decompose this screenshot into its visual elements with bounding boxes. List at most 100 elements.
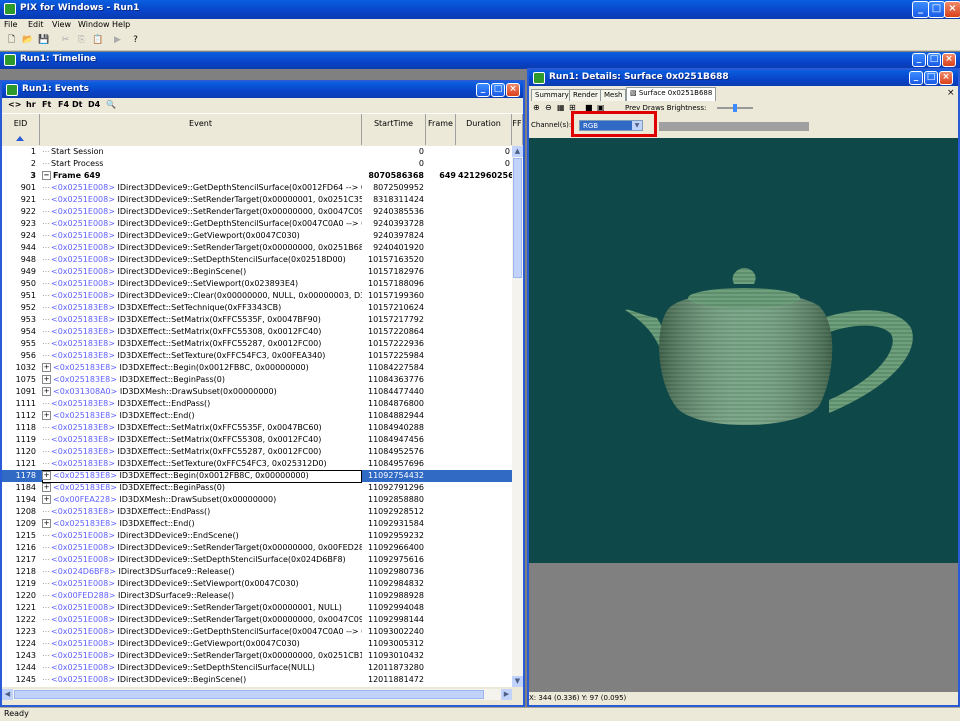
- run-icon[interactable]: ▶: [112, 35, 123, 46]
- menu-help[interactable]: Help: [112, 20, 130, 29]
- table-row[interactable]: 956 ⋯<0x025183E8> ID3DXEffect::SetTexture…: [2, 350, 512, 362]
- table-row[interactable]: 1245 ⋯ <0x0251E008> IDirect3DDevice9::Begi…: [2, 674, 512, 686]
- scroll-left-icon[interactable]: ◀: [2, 689, 13, 700]
- maximize-button[interactable]: □: [928, 1, 945, 18]
- table-row[interactable]: 1220 ⋯<0x00FED288> IDirect3DSurface9::Rel…: [2, 590, 512, 602]
- table-row[interactable]: 955 ⋯<0x025183E8> ID3DXEffect::SetMatrix(…: [2, 338, 512, 350]
- app-title-bar[interactable]: PIX for Windows - Run1 _ □ ×: [0, 0, 960, 19]
- menu-view[interactable]: View: [52, 20, 71, 29]
- menu-edit[interactable]: Edit: [28, 20, 44, 29]
- scroll-right-icon[interactable]: ▶: [501, 689, 512, 700]
- tab-surface[interactable]: ▧ Surface 0x0251B688: [626, 87, 717, 101]
- table-row[interactable]: 1075 + <0x025183E8> ID3DXEffect::BeginPass…: [2, 374, 512, 386]
- col-ff[interactable]: FF: [512, 114, 523, 145]
- table-row[interactable]: 1222 ⋯<0x0251E008> IDirect3DDevice9::SetR…: [2, 614, 512, 626]
- events-tool-f4[interactable]: F4: [58, 100, 69, 109]
- hscroll-thumb[interactable]: [14, 690, 484, 699]
- table-row[interactable]: 1219 ⋯<0x0251E008> IDirect3DDevice9::SetV…: [2, 578, 512, 590]
- table-row[interactable]: 1218 ⋯<0x024D6BF8> IDirect3DSurface9::Rel…: [2, 566, 512, 578]
- table-row[interactable]: 1224 ⋯<0x0251E008> IDirect3DDevice9::GetV…: [2, 638, 512, 650]
- tab-render[interactable]: Render: [569, 89, 602, 101]
- brightness-slider-thumb[interactable]: [733, 104, 737, 112]
- table-row[interactable]: 1032 + <0x025183E8> ID3DXEffect::Begin(0x0…: [2, 362, 512, 374]
- cut-icon[interactable]: ✂: [60, 35, 71, 46]
- table-row[interactable]: 1215 ⋯<0x0251E008> IDirect3DDevice9::EndS…: [2, 530, 512, 542]
- events-tool-hr[interactable]: hr: [26, 100, 36, 109]
- expand-toggle-icon[interactable]: +: [42, 483, 51, 492]
- table-row[interactable]: 1216 ⋯<0x0251E008> IDirect3DDevice9::SetR…: [2, 542, 512, 554]
- table-row[interactable]: 1111 ⋯<0x025183E8> ID3DXEffect::EndPass()…: [2, 398, 512, 410]
- table-row[interactable]: 1194 + <0x00FEA228> ID3DXMesh::DrawSubset(…: [2, 494, 512, 506]
- table-row[interactable]: 1244 ⋯<0x0251E008> IDirect3DDevice9::SetD…: [2, 662, 512, 674]
- table-row[interactable]: 1221 ⋯<0x0251E008> IDirect3DDevice9::SetR…: [2, 602, 512, 614]
- events-minimize-button[interactable]: _: [476, 83, 490, 97]
- table-row[interactable]: 1118 ⋯<0x025183E8> ID3DXEffect::SetMatrix…: [2, 422, 512, 434]
- expand-toggle-icon[interactable]: +: [42, 495, 51, 504]
- save-icon[interactable]: 💾: [38, 35, 49, 46]
- table-row[interactable]: 1243 ⋯<0x0251E008> IDirect3DDevice9::SetR…: [2, 650, 512, 662]
- table-row[interactable]: 948 ⋯<0x0251E008> IDirect3DDevice9::SetDe…: [2, 254, 512, 266]
- scroll-up-icon[interactable]: ▲: [512, 146, 523, 157]
- expand-toggle-icon[interactable]: +: [42, 363, 51, 372]
- scroll-thumb[interactable]: [513, 158, 522, 278]
- table-row[interactable]: 3− Frame 649 8070586368 649 4212960256: [2, 170, 512, 182]
- col-eid[interactable]: EID: [2, 114, 40, 145]
- expand-toggle-icon[interactable]: +: [42, 471, 51, 480]
- grid-icon[interactable]: ▦: [557, 103, 565, 112]
- table-row[interactable]: 954 ⋯<0x025183E8> ID3DXEffect::SetMatrix(…: [2, 326, 512, 338]
- scroll-down-icon[interactable]: ▼: [512, 676, 523, 687]
- table-row[interactable]: 901 ⋯<0x0251E008> IDirect3DDevice9::GetDe…: [2, 182, 512, 194]
- timeline-minimize-button[interactable]: _: [912, 53, 926, 67]
- details-title-bar[interactable]: Run1: Details: Surface 0x0251B688 _ □ ×: [529, 70, 958, 86]
- paste-icon[interactable]: 📋: [92, 35, 103, 46]
- table-row[interactable]: 1223 ⋯<0x0251E008> IDirect3DDevice9::GetD…: [2, 626, 512, 638]
- copy-icon[interactable]: ⎘: [76, 35, 87, 46]
- brightness-slider[interactable]: [717, 104, 753, 112]
- table-row[interactable]: 1217 ⋯<0x0251E008> IDirect3DDevice9::SetD…: [2, 554, 512, 566]
- table-row[interactable]: 1119 ⋯<0x025183E8> ID3DXEffect::SetMatrix…: [2, 434, 512, 446]
- details-close-button[interactable]: ×: [939, 71, 953, 85]
- col-duration[interactable]: Duration: [456, 114, 512, 145]
- expand-toggle-icon[interactable]: +: [42, 411, 51, 420]
- table-row[interactable]: 1120 ⋯<0x025183E8> ID3DXEffect::SetMatrix…: [2, 446, 512, 458]
- events-close-button[interactable]: ×: [506, 83, 520, 97]
- col-event[interactable]: Event: [40, 114, 362, 145]
- timeline-maximize-button[interactable]: □: [927, 53, 941, 67]
- table-row-selected[interactable]: 1178 + <0x025183E8> ID3DXEffect::Begin(0x0…: [2, 470, 512, 483]
- table-row[interactable]: 944 ⋯<0x0251E008> IDirect3DDevice9::SetRe…: [2, 242, 512, 254]
- table-row[interactable]: 1 ⋯Start Session 0 0: [2, 146, 512, 158]
- events-tool-dt[interactable]: Dt: [72, 100, 82, 109]
- table-row[interactable]: 952 ⋯<0x025183E8> ID3DXEffect::SetTechniq…: [2, 302, 512, 314]
- expand-toggle-icon[interactable]: +: [42, 387, 51, 396]
- new-file-icon[interactable]: 🗋: [6, 35, 17, 46]
- table-row[interactable]: 2 ⋯Start Process 0 0: [2, 158, 512, 170]
- table-row[interactable]: 1209 + <0x025183E8> ID3DXEffect::End() 1109…: [2, 518, 512, 530]
- menu-window[interactable]: Window: [78, 20, 110, 29]
- table-row[interactable]: 1091 + <0x031308A0> ID3DXMesh::DrawSubset(…: [2, 386, 512, 398]
- timeline-close-button[interactable]: ×: [942, 53, 956, 67]
- expand-toggle-icon[interactable]: +: [42, 375, 51, 384]
- col-frame[interactable]: Frame: [426, 114, 456, 145]
- details-close-x-icon[interactable]: ×: [947, 88, 955, 98]
- tab-summary[interactable]: Summary: [531, 89, 573, 101]
- details-minimize-button[interactable]: _: [909, 71, 923, 85]
- timeline-window-title[interactable]: Run1: Timeline _ □ ×: [0, 52, 960, 69]
- details-maximize-button[interactable]: □: [924, 71, 938, 85]
- help-icon[interactable]: ?: [130, 35, 141, 46]
- table-row[interactable]: 951 ⋯<0x0251E008> IDirect3DDevice9::Clear…: [2, 290, 512, 302]
- table-row[interactable]: 953 ⋯<0x025183E8> ID3DXEffect::SetMatrix(…: [2, 314, 512, 326]
- table-row[interactable]: 1208 ⋯<0x025183E8> ID3DXEffect::EndPass()…: [2, 506, 512, 518]
- table-row[interactable]: 1112 + <0x025183E8> ID3DXEffect::End() 1108…: [2, 410, 512, 422]
- events-title-bar[interactable]: Run1: Events _ □ ×: [2, 82, 523, 98]
- table-row[interactable]: 923 ⋯<0x0251E008> IDirect3DDevice9::GetDe…: [2, 218, 512, 230]
- find-icon[interactable]: 🔍: [106, 100, 116, 109]
- events-maximize-button[interactable]: □: [491, 83, 505, 97]
- events-tool-ft[interactable]: Ft: [42, 100, 51, 109]
- expand-toggle-icon[interactable]: −: [42, 171, 51, 180]
- surface-viewport[interactable]: [529, 138, 958, 563]
- table-row[interactable]: 949 ⋯<0x0251E008> IDirect3DDevice9::Begin…: [2, 266, 512, 278]
- table-row[interactable]: 924 ⋯<0x0251E008> IDirect3DDevice9::GetVi…: [2, 230, 512, 242]
- tab-mesh[interactable]: Mesh: [600, 89, 627, 101]
- table-row[interactable]: 921 ⋯<0x0251E008> IDirect3DDevice9::SetRe…: [2, 194, 512, 206]
- events-tool-d4[interactable]: D4: [88, 100, 100, 109]
